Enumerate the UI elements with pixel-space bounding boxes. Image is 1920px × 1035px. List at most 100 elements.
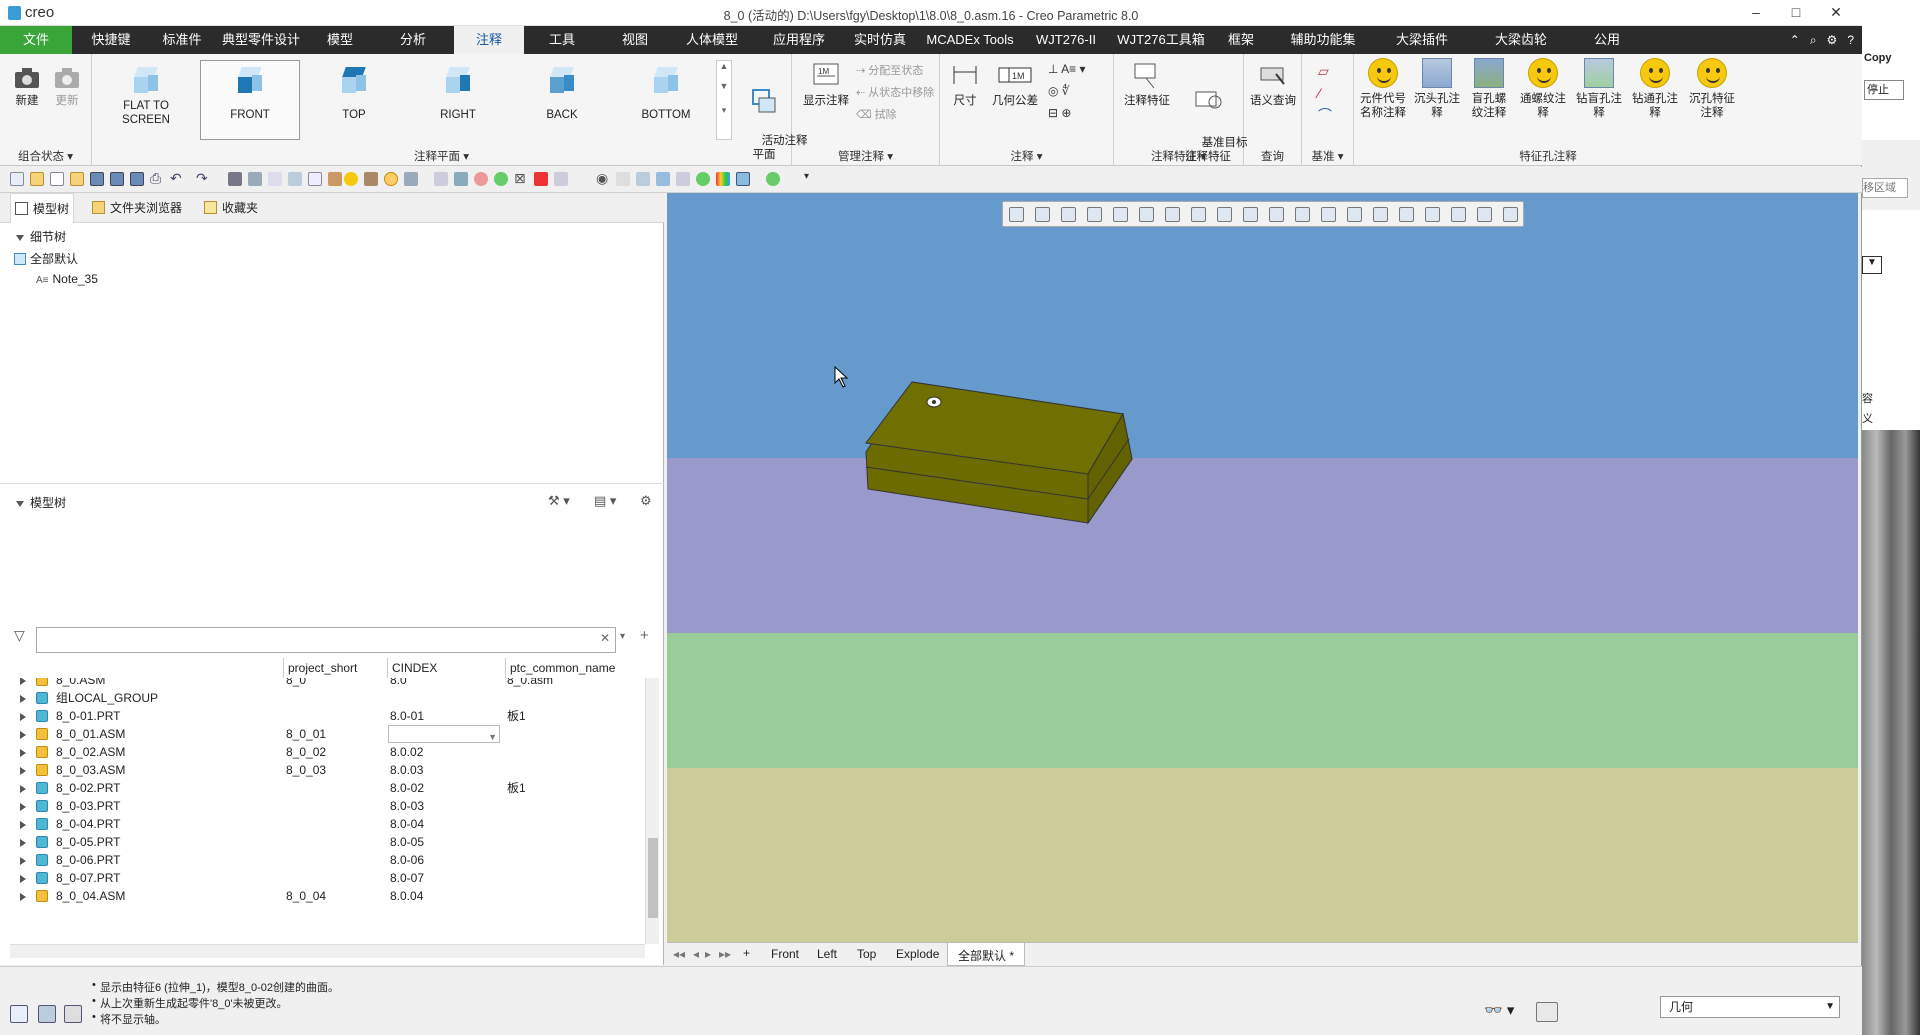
save-icon[interactable]	[90, 172, 104, 186]
annotation-small-tools[interactable]: ⊥ A≡ ▾ ◎ ∜ ⊟ ⊕	[1048, 58, 1108, 124]
pencil-icon[interactable]	[328, 172, 342, 186]
datum-curve-icon[interactable]: ⌒	[1318, 104, 1332, 126]
geometric-tolerance-button[interactable]: 1M 几何公差	[986, 60, 1044, 109]
view-cube-icon[interactable]	[736, 172, 750, 186]
settings-icon[interactable]: ⚙	[1827, 26, 1838, 54]
transform-icon[interactable]	[434, 172, 448, 186]
update-button[interactable]: 更新	[50, 64, 84, 109]
drill-blind-hole-annotation-button[interactable]: 钻盲孔注 释	[1572, 58, 1626, 120]
tab-typical-part-design[interactable]: 典型零件设计	[214, 26, 308, 54]
tab-folder-browser[interactable]: 文件夹浏览器	[88, 193, 186, 223]
tab-girder-plugin[interactable]: 大梁插件	[1378, 26, 1466, 54]
spin-icon[interactable]	[656, 172, 670, 186]
collapse-icon[interactable]	[16, 235, 24, 241]
expand-icon[interactable]	[20, 803, 26, 811]
tab-human-model[interactable]: 人体模型	[670, 26, 754, 54]
folder-icon[interactable]	[70, 172, 84, 186]
record-icon[interactable]	[474, 172, 488, 186]
new-file-icon[interactable]	[10, 172, 24, 186]
scroll-up-icon[interactable]: ▲	[717, 61, 731, 71]
help-icon[interactable]: ?	[1847, 26, 1854, 54]
tab-standard-parts[interactable]: 标准件	[150, 26, 214, 54]
expand-icon[interactable]	[20, 875, 26, 883]
find-icon[interactable]: 👓 ▾	[1484, 1001, 1514, 1019]
zoom-in-icon[interactable]	[1035, 207, 1050, 222]
tab-common[interactable]: 公用	[1576, 26, 1638, 54]
component-name-annotation-button[interactable]: 元件代号 名称注释	[1356, 58, 1410, 120]
tab-mcadex-tools[interactable]: MCADEx Tools	[916, 26, 1024, 54]
expand-icon[interactable]	[20, 695, 26, 703]
scrollbar-thumb[interactable]	[648, 838, 658, 918]
counterbore-feature-annotation-button[interactable]: 沉孔特征 注释	[1684, 58, 1740, 120]
remove-from-state-button[interactable]: ⇠ 从状态中移除	[856, 84, 934, 100]
maximize-button[interactable]: □	[1776, 2, 1816, 22]
dimension-button[interactable]: 尺寸	[946, 60, 984, 109]
dropdown-arrow-icon[interactable]: ▼	[1825, 997, 1835, 1017]
grid-icon[interactable]	[554, 172, 568, 186]
view-tab-all-default[interactable]: 全部默认 *	[947, 943, 1026, 966]
view-top[interactable]: TOP	[304, 60, 404, 140]
view-tab-top[interactable]: Top	[857, 947, 876, 961]
nav-prev-icon[interactable]: ◂	[693, 947, 699, 961]
undo-icon[interactable]: ↶	[170, 170, 182, 187]
view-right[interactable]: RIGHT	[408, 60, 508, 140]
expand-icon[interactable]	[20, 713, 26, 721]
datum-feature-symbol-icon[interactable]: ⊥ A≡ ▾	[1048, 58, 1108, 80]
add-view-tab-icon[interactable]: +	[743, 946, 750, 960]
new-button[interactable]: 新建	[10, 64, 44, 109]
zoom-out-icon[interactable]	[1061, 207, 1076, 222]
gallery-expand-icon[interactable]: ▾	[717, 105, 731, 116]
copy-icon[interactable]	[404, 172, 418, 186]
tab-model[interactable]: 模型	[308, 26, 372, 54]
view-tab-left[interactable]: Left	[817, 947, 837, 961]
search-options-icon[interactable]: ▾	[620, 631, 625, 642]
graphics-area[interactable]	[667, 193, 1858, 942]
clear-search-icon[interactable]: ✕	[600, 631, 610, 645]
datum-plane-icon[interactable]: ▱	[1318, 60, 1332, 82]
pane-divider[interactable]	[0, 483, 664, 484]
page-icon[interactable]	[50, 172, 64, 186]
tab-analysis[interactable]: 分析	[372, 26, 454, 54]
spin-center-icon[interactable]	[1113, 207, 1128, 222]
connect-display-icon[interactable]	[1425, 207, 1440, 222]
pause-icon[interactable]	[1477, 207, 1492, 222]
sphere-icon[interactable]	[696, 172, 710, 186]
manage-annotation-label[interactable]: 管理注释 ▾	[792, 148, 939, 164]
toolbar-more-icon[interactable]	[1503, 207, 1518, 222]
measure-icon[interactable]	[676, 172, 690, 186]
smiley-icon[interactable]	[344, 172, 358, 186]
table-row[interactable]: 8_0_04.ASM 8_0_04 8.0.04	[0, 885, 645, 907]
tab-frame[interactable]: 框架	[1214, 26, 1268, 54]
annotation-feature-label[interactable]: 注释特征 ▾	[1114, 148, 1243, 164]
view-gallery-scroll[interactable]: ▲ ▼ ▾	[716, 60, 732, 140]
view-back[interactable]: BACK	[512, 60, 612, 140]
datum-label[interactable]: 基准 ▾	[1302, 148, 1353, 164]
expand-icon[interactable]	[20, 821, 26, 829]
tab-wjt276-toolbox[interactable]: WJT276工具箱	[1108, 26, 1214, 54]
stop-button[interactable]: 停止	[1864, 80, 1904, 100]
dropdown-arrow-icon[interactable]: ▼	[1862, 256, 1882, 274]
backup-icon[interactable]	[130, 172, 144, 186]
expand-icon[interactable]	[20, 857, 26, 865]
close-window-icon[interactable]	[268, 172, 282, 186]
tab-annotate[interactable]: 注释	[454, 26, 524, 54]
tab-aux-functions[interactable]: 辅助功能集	[1268, 26, 1378, 54]
countersink-hole-annotation-button[interactable]: 沉头孔注 释	[1412, 58, 1462, 120]
target-icon[interactable]	[384, 172, 398, 186]
tab-shortcut[interactable]: 快捷键	[72, 26, 150, 54]
select-box-icon[interactable]	[1536, 1002, 1558, 1022]
nav-first-icon[interactable]: ◂◂	[673, 947, 685, 961]
view-bottom[interactable]: BOTTOM	[616, 60, 716, 140]
spin-display-icon[interactable]	[1399, 207, 1414, 222]
axis-display-icon[interactable]	[1295, 207, 1310, 222]
tab-applications[interactable]: 应用程序	[754, 26, 844, 54]
datum-tools[interactable]: ▱ ⁄ ⌒	[1318, 60, 1332, 126]
point-display-icon[interactable]	[1321, 207, 1336, 222]
tool-icon[interactable]	[364, 172, 378, 186]
expand-icon[interactable]	[20, 839, 26, 847]
column-header-ptc-common-name[interactable]: ptc_common_name	[505, 658, 645, 678]
view-manager-icon[interactable]	[1191, 207, 1206, 222]
print-icon[interactable]: ⎙	[150, 170, 161, 187]
globe-icon[interactable]	[494, 172, 508, 186]
section-icon[interactable]	[1243, 207, 1258, 222]
